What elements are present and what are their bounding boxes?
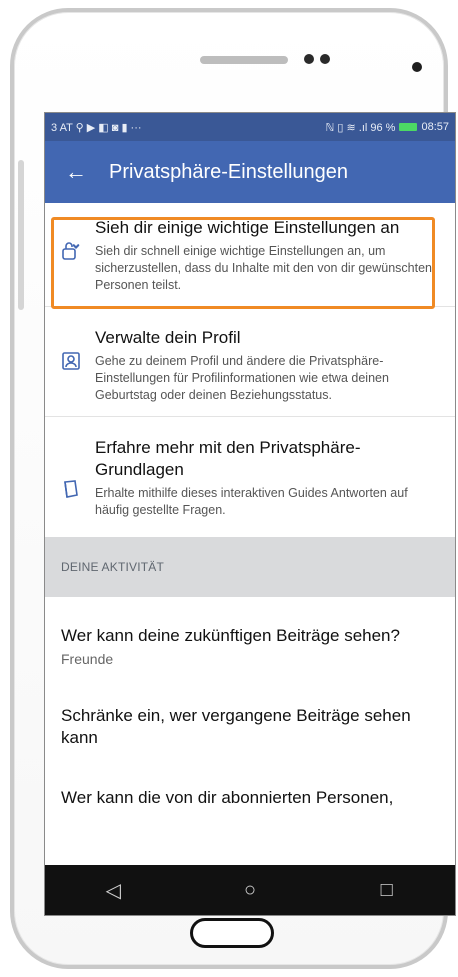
- sensor-dot: [320, 54, 330, 64]
- settings-section-profile[interactable]: Verwalte dein Profil Gehe zu deinem Prof…: [45, 307, 455, 416]
- phone-frame: 3 AT ⚲ ▶ ◧ ◙ ▮ ··· ℕ ▯ ≋ .ıl 96 % 08:57 …: [10, 8, 456, 969]
- nav-back-icon[interactable]: ◁: [83, 878, 143, 903]
- list-item-future-posts[interactable]: Wer kann deine zukünftigen Beiträge sehe…: [45, 597, 455, 689]
- back-arrow-icon[interactable]: ←: [65, 161, 87, 183]
- activity-section-header: DEINE AKTIVITÄT: [45, 537, 455, 597]
- screen: 3 AT ⚲ ▶ ◧ ◙ ▮ ··· ℕ ▯ ≋ .ıl 96 % 08:57 …: [44, 112, 456, 916]
- profile-card-icon: [62, 352, 80, 370]
- nav-home-icon[interactable]: ○: [220, 879, 280, 902]
- side-button: [18, 160, 24, 310]
- settings-section-important[interactable]: Sieh dir einige wichtige Einstellungen a…: [45, 203, 455, 306]
- speaker-grille: [200, 56, 288, 64]
- status-bar: 3 AT ⚲ ▶ ◧ ◙ ▮ ··· ℕ ▯ ≋ .ıl 96 % 08:57: [45, 113, 455, 141]
- list-item-value: Freunde: [61, 651, 114, 667]
- status-left-icons: 3 AT ⚲ ▶ ◧ ◙ ▮ ···: [51, 121, 142, 134]
- settings-section-basics[interactable]: Erfahre mehr mit den Privatsphäre-Grundl…: [45, 417, 455, 537]
- nav-recents-icon[interactable]: □: [357, 879, 417, 902]
- page-title: Privatsphäre-Einstellungen: [109, 160, 349, 183]
- section-description: Gehe zu deinem Profil und ändere die Pri…: [95, 354, 389, 402]
- status-time: 08:57: [421, 121, 449, 133]
- sensor-dot: [304, 54, 314, 64]
- lock-heart-icon: [62, 242, 80, 260]
- list-item-title: Schränke ein, wer vergangene Beiträge se…: [61, 706, 411, 747]
- section-title: Erfahre mehr mit den Privatsphäre-Grundl…: [95, 438, 361, 479]
- book-icon: [64, 480, 78, 498]
- status-right-icons: ℕ ▯ ≋ .ıl 96 %: [325, 121, 396, 134]
- section-title: Verwalte dein Profil: [95, 328, 241, 347]
- list-item-title: Wer kann die von dir abonnierten Persone…: [61, 788, 394, 807]
- front-camera: [412, 62, 422, 72]
- list-item-following[interactable]: Wer kann die von dir abonnierten Persone…: [45, 771, 455, 809]
- app-bar: ← Privatsphäre-Einstellungen: [45, 141, 455, 203]
- phone-home-button[interactable]: [190, 918, 274, 948]
- section-description: Sieh dir schnell einige wichtige Einstel…: [95, 244, 432, 292]
- list-item-limit-past-posts[interactable]: Schränke ein, wer vergangene Beiträge se…: [45, 689, 455, 771]
- section-description: Erhalte mithilfe dieses interaktiven Gui…: [95, 486, 408, 517]
- android-nav-bar: ◁ ○ □: [45, 865, 455, 915]
- section-title: Sieh dir einige wichtige Einstellungen a…: [95, 218, 400, 237]
- battery-icon: [399, 123, 418, 131]
- list-item-title: Wer kann deine zukünftigen Beiträge sehe…: [61, 626, 400, 645]
